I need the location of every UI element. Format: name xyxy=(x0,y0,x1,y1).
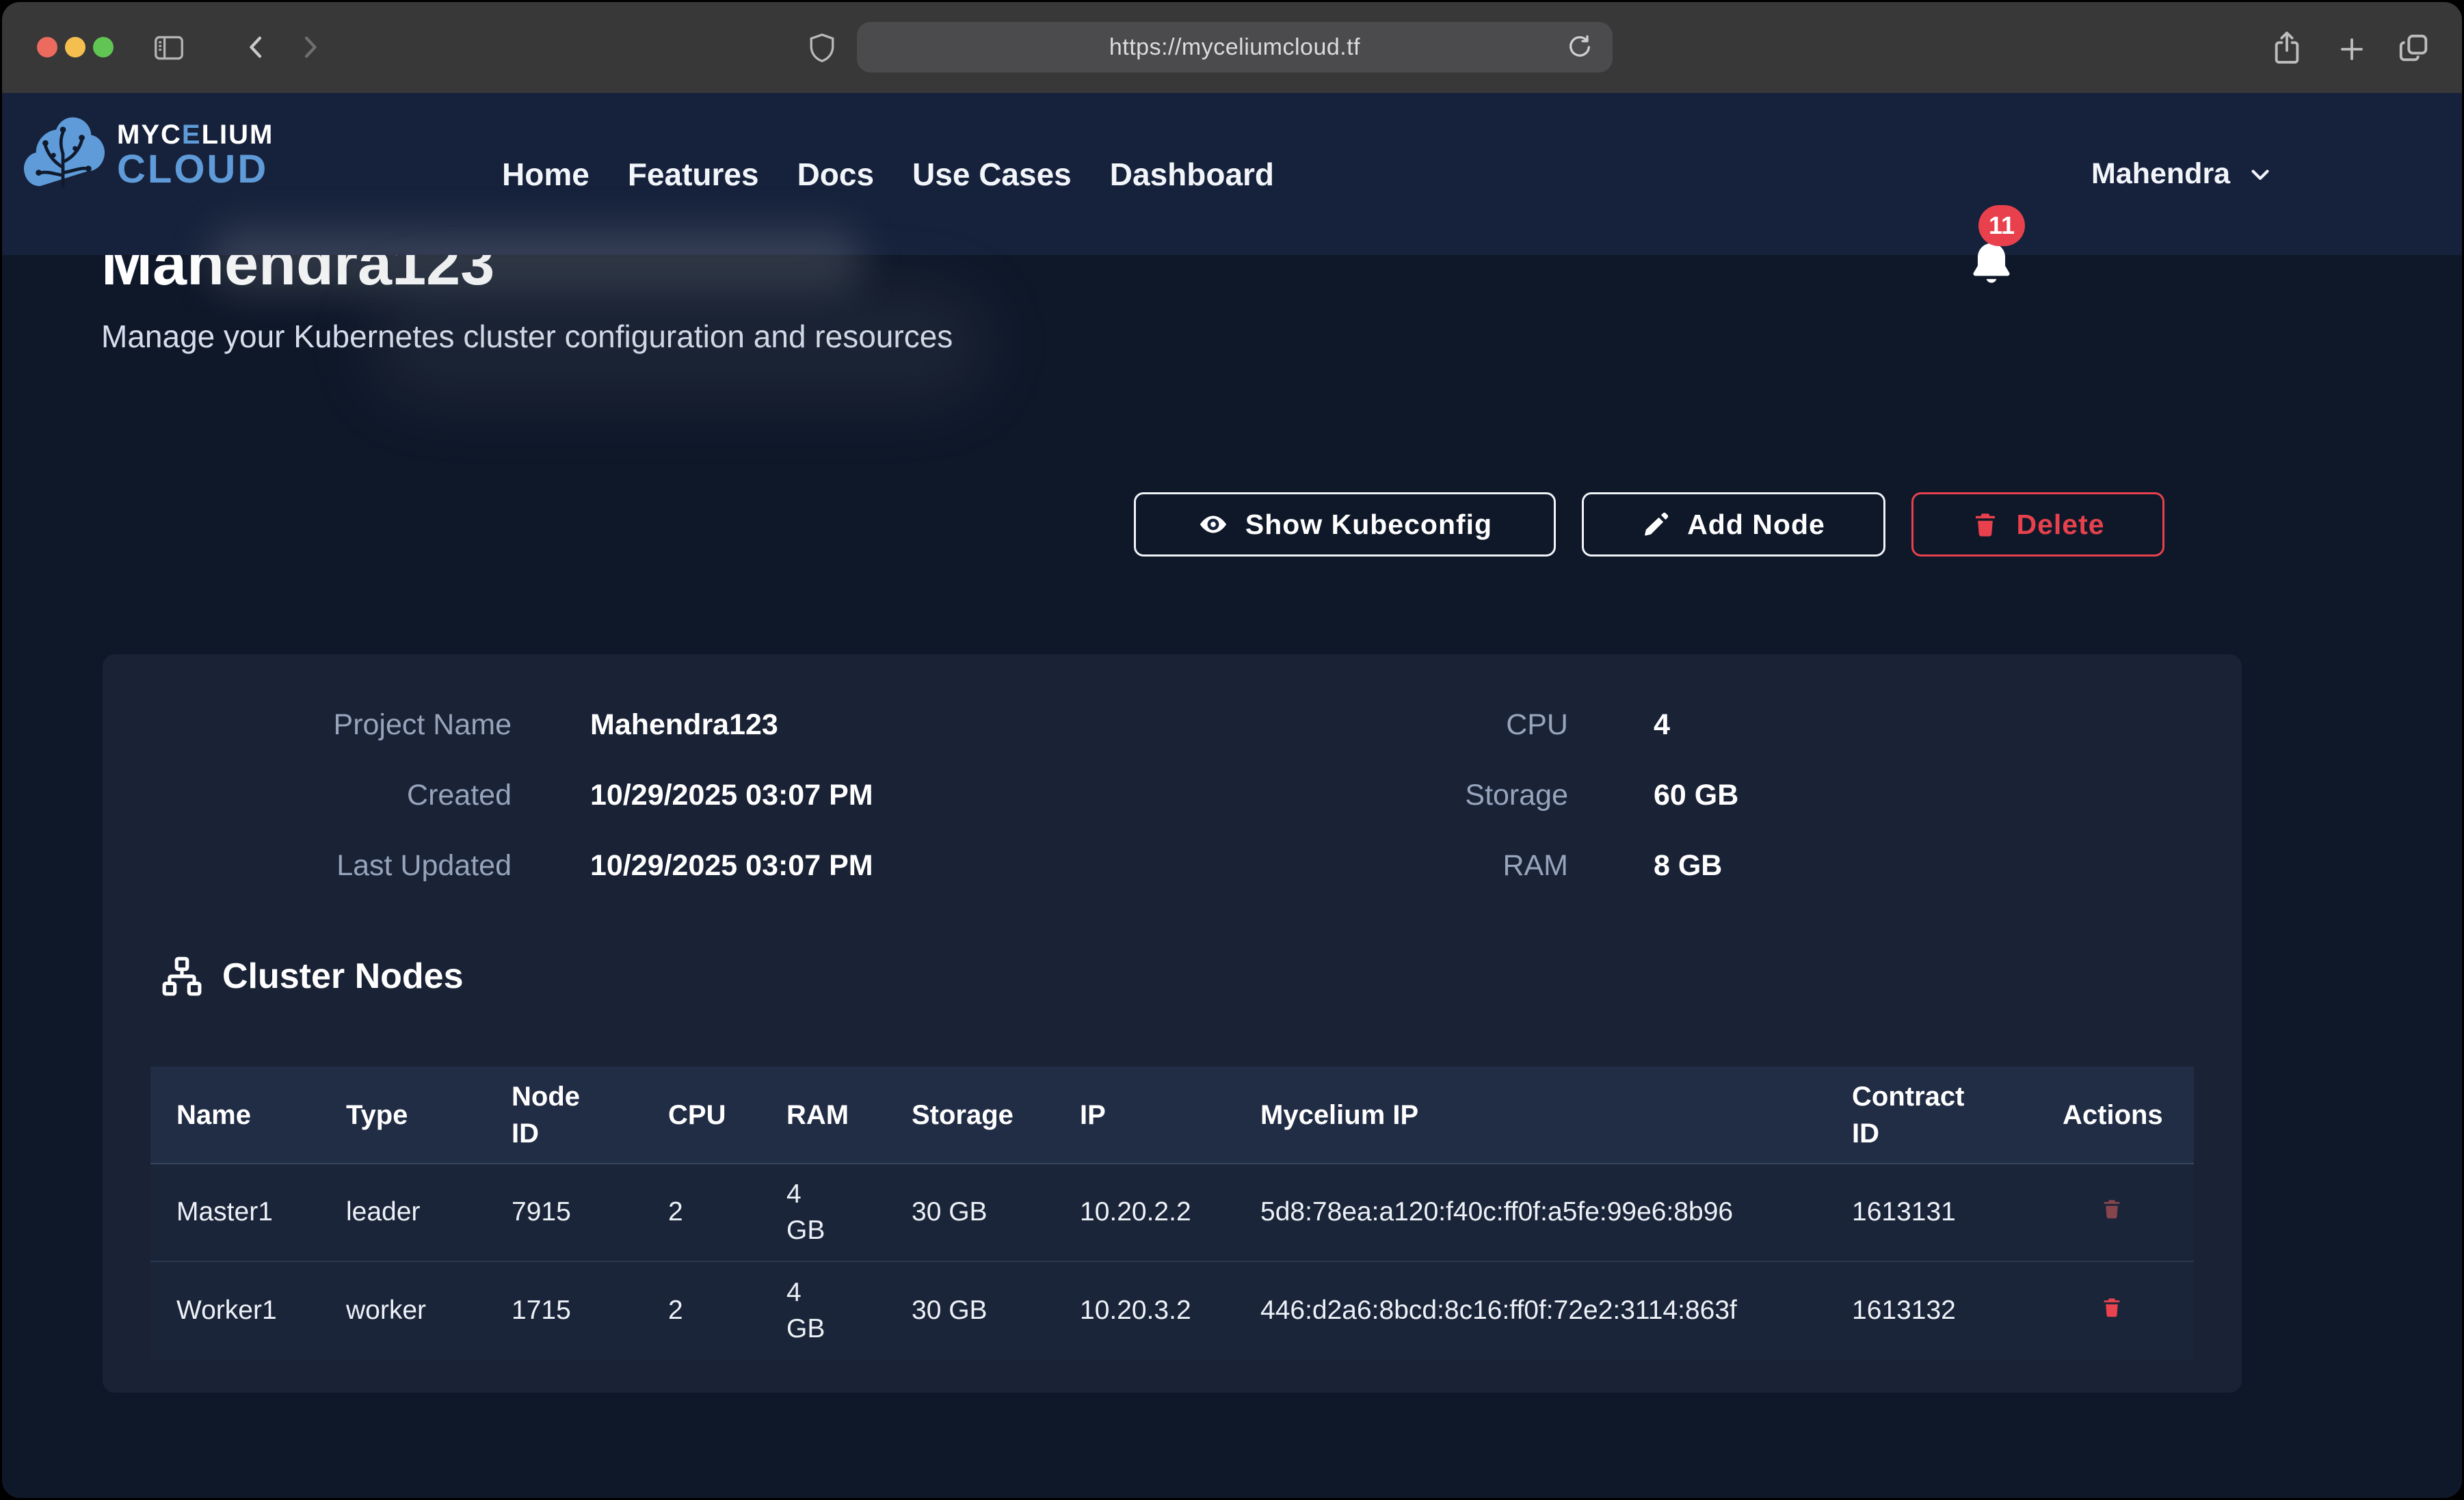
brand[interactable]: MYCELIUM CLOUD xyxy=(21,113,274,197)
page-subtitle: Manage your Kubernetes cluster configura… xyxy=(101,318,953,355)
nav-link-home[interactable]: Home xyxy=(502,156,589,193)
trash-icon xyxy=(2100,1197,2123,1220)
network-icon xyxy=(161,955,203,997)
delete-label: Delete xyxy=(2016,509,2104,541)
cell-ram: 4 GB xyxy=(786,1275,912,1347)
cell-node-id: 1715 xyxy=(512,1293,668,1329)
col-ip: IP xyxy=(1080,1097,1260,1134)
info-label: Storage xyxy=(1295,779,1568,812)
notifications-button[interactable]: 11 xyxy=(1966,196,2055,305)
brand-logo-cloud-icon xyxy=(21,113,107,197)
cell-type: leader xyxy=(346,1194,512,1231)
col-contract-id: Contract ID xyxy=(1852,1078,2063,1152)
minimize-window-button[interactable] xyxy=(65,37,85,57)
info-label: Project Name xyxy=(103,708,512,742)
cell-mycelium-ip: 5d8:78ea:a120:f40c:ff0f:a5fe:99e6:8b96 xyxy=(1260,1194,1852,1231)
trash-icon xyxy=(2100,1296,2123,1319)
url-text: https://myceliumcloud.tf xyxy=(1109,34,1360,61)
notification-badge: 11 xyxy=(1978,205,2025,246)
cell-storage: 30 GB xyxy=(912,1194,1080,1231)
zoom-window-button[interactable] xyxy=(93,37,114,57)
cell-storage: 30 GB xyxy=(912,1293,1080,1329)
cluster-details-panel: Project Name Mahendra123 Created 10/29/2… xyxy=(103,654,2242,1393)
col-cpu: CPU xyxy=(668,1097,786,1134)
show-kubeconfig-label: Show Kubeconfig xyxy=(1245,509,1492,541)
nodes-table: Name Type Node ID CPU RAM Storage IP Myc… xyxy=(150,1067,2194,1360)
nav-link-use-cases[interactable]: Use Cases xyxy=(912,156,1072,193)
reload-icon[interactable] xyxy=(1566,34,1593,61)
info-label: Last Updated xyxy=(103,849,512,883)
delete-node-button[interactable] xyxy=(2063,1293,2194,1329)
cell-name: Master1 xyxy=(150,1194,346,1231)
info-label: RAM xyxy=(1295,849,1568,883)
delete-cluster-button[interactable]: Delete xyxy=(1911,492,2164,557)
table-row: Worker1 worker 1715 2 4 GB 30 GB 10.20.3… xyxy=(150,1262,2194,1360)
col-actions: Actions xyxy=(2063,1097,2194,1134)
browser-toolbar: https://myceliumcloud.tf xyxy=(2,2,2462,93)
trash-icon xyxy=(1971,510,2000,539)
col-name: Name xyxy=(150,1097,346,1134)
pencil-icon xyxy=(1642,510,1671,539)
sidebar-toggle-icon[interactable] xyxy=(154,35,184,61)
user-menu[interactable]: Mahendra xyxy=(2091,93,2273,255)
new-tab-icon[interactable] xyxy=(2337,35,2366,64)
info-label: Created xyxy=(103,779,512,812)
info-value: 10/29/2025 03:07 PM xyxy=(590,779,873,812)
delete-node-button[interactable] xyxy=(2063,1194,2194,1231)
cluster-nodes-heading: Cluster Nodes xyxy=(161,955,464,997)
col-node-id: Node ID xyxy=(512,1078,668,1152)
info-label: CPU xyxy=(1295,708,1568,742)
tab-overview-icon[interactable] xyxy=(2397,31,2431,65)
nav-link-docs[interactable]: Docs xyxy=(797,156,874,193)
cell-contract-id: 1613132 xyxy=(1852,1293,2063,1329)
nav-links: Home Features Docs Use Cases Dashboard xyxy=(502,93,1274,255)
cluster-actions: Show Kubeconfig Add Node Delete xyxy=(1134,492,2164,557)
cell-name: Worker1 xyxy=(150,1293,346,1329)
cluster-nodes-title: Cluster Nodes xyxy=(222,956,464,997)
show-kubeconfig-button[interactable]: Show Kubeconfig xyxy=(1134,492,1556,557)
browser-window: https://myceliumcloud.tf Mahendra123 Man… xyxy=(2,2,2462,1498)
close-window-button[interactable] xyxy=(37,37,57,57)
cell-cpu: 2 xyxy=(668,1293,786,1329)
info-value: 10/29/2025 03:07 PM xyxy=(590,849,873,883)
add-node-button[interactable]: Add Node xyxy=(1582,492,1885,557)
info-value: 4 xyxy=(1654,708,1738,742)
cluster-info-right: CPU 4 Storage 60 GB RAM 8 GB xyxy=(1295,690,1738,901)
chevron-down-icon xyxy=(2248,162,2273,187)
site-navbar: MYCELIUM CLOUD Home Features Docs Use Ca… xyxy=(2,93,2462,255)
info-value: 60 GB xyxy=(1654,779,1738,812)
col-ram: RAM xyxy=(786,1097,912,1134)
privacy-shield-icon[interactable] xyxy=(808,32,836,64)
brand-wordmark: MYCELIUM CLOUD xyxy=(117,121,274,189)
cell-mycelium-ip: 446:d2a6:8bcd:8c16:ff0f:72e2:3114:863f xyxy=(1260,1293,1852,1329)
cell-type: worker xyxy=(346,1293,512,1329)
user-name: Mahendra xyxy=(2091,157,2230,191)
col-storage: Storage xyxy=(912,1097,1080,1134)
cell-node-id: 7915 xyxy=(512,1194,668,1231)
nav-link-dashboard[interactable]: Dashboard xyxy=(1110,156,1274,193)
eye-icon xyxy=(1197,509,1229,540)
address-bar[interactable]: https://myceliumcloud.tf xyxy=(857,22,1613,72)
nav-link-features[interactable]: Features xyxy=(628,156,759,193)
share-icon[interactable] xyxy=(2271,29,2303,66)
cell-cpu: 2 xyxy=(668,1194,786,1231)
info-value: 8 GB xyxy=(1654,849,1738,883)
col-type: Type xyxy=(346,1097,512,1134)
cell-ip: 10.20.3.2 xyxy=(1080,1293,1260,1329)
cell-ip: 10.20.2.2 xyxy=(1080,1194,1260,1231)
forward-icon[interactable] xyxy=(296,34,323,61)
info-value: Mahendra123 xyxy=(590,708,873,742)
nodes-table-header: Name Type Node ID CPU RAM Storage IP Myc… xyxy=(150,1067,2194,1164)
back-icon[interactable] xyxy=(243,34,270,61)
table-row: Master1 leader 7915 2 4 GB 30 GB 10.20.2… xyxy=(150,1164,2194,1262)
cell-ram: 4 GB xyxy=(786,1177,912,1248)
cluster-info-left: Project Name Mahendra123 Created 10/29/2… xyxy=(103,690,873,901)
col-mycelium-ip: Mycelium IP xyxy=(1260,1097,1852,1134)
add-node-label: Add Node xyxy=(1687,509,1825,541)
cell-contract-id: 1613131 xyxy=(1852,1194,2063,1231)
